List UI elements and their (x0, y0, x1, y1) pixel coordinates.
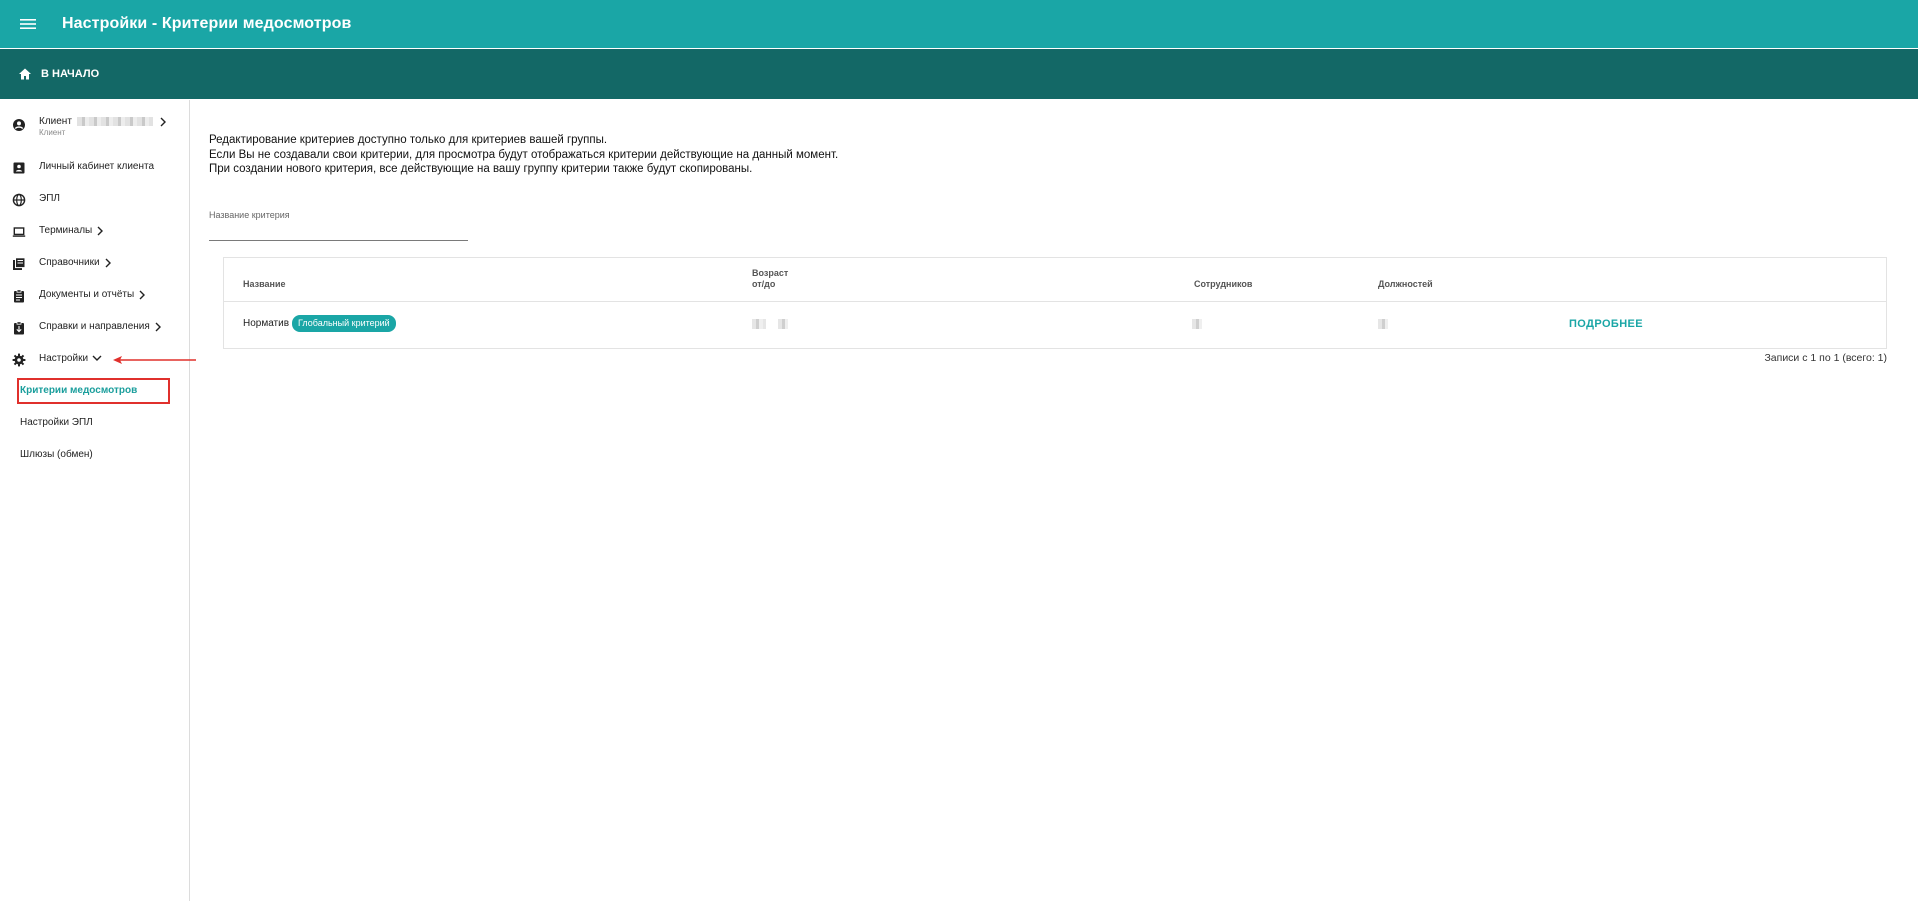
sidebar-item-terminals[interactable]: Терминалы (0, 224, 189, 240)
sidebar-item-client[interactable]: Клиент Клиент (0, 116, 189, 140)
sidebar-item-label: Терминалы (39, 225, 93, 236)
sidebar-subitem-epl-settings[interactable]: Настройки ЭПЛ (20, 417, 93, 428)
info-line: При создании нового критерия, все действ… (209, 163, 753, 175)
sidebar-item-label: Личный кабинет клиента (39, 161, 155, 172)
annotation-highlight-box (17, 378, 170, 404)
page-title: Настройки - Критерии медосмотров (62, 15, 352, 32)
column-header-name: Название (243, 279, 286, 289)
criteria-name-label: Название критерия (209, 210, 290, 220)
column-header-positions: Должностей (1378, 279, 1433, 289)
sidebar-item-label: Документы и отчёты (39, 289, 135, 300)
header-divider (224, 301, 1886, 302)
sidebar-item-documents[interactable]: Документы и отчёты (0, 288, 189, 304)
details-button[interactable]: ПОДРОБНЕЕ (1569, 318, 1643, 330)
laptop-icon (12, 225, 26, 239)
criteria-name: Норматив (243, 318, 290, 329)
sidebar-item-label: Справочники (39, 257, 100, 268)
age-to-redacted (778, 319, 788, 329)
globe-icon (12, 193, 26, 207)
sidebar-item-label: Справки и направления (39, 321, 150, 332)
sidebar-item-label: Настройки (39, 353, 89, 364)
chevron-right-icon (138, 290, 146, 300)
sidebar: Клиент Клиент Личный кабинет клиента ЭПЛ… (0, 100, 190, 901)
positions-count-redacted (1378, 319, 1388, 329)
chevron-right-icon (154, 322, 162, 332)
status-badge: Глобальный критерий (292, 315, 396, 332)
contact-card-icon (12, 161, 26, 175)
home-link[interactable]: В НАЧАЛО (18, 67, 99, 81)
sidebar-item-epl[interactable]: ЭПЛ (0, 192, 189, 208)
client-subtitle: Клиент (39, 128, 66, 137)
library-icon (12, 257, 26, 271)
main-content: Редактирование критериев доступно только… (190, 100, 1918, 901)
info-text: Редактирование критериев доступно только… (209, 133, 838, 177)
sidebar-item-label: ЭПЛ (39, 193, 60, 204)
clipboard-icon (12, 289, 26, 303)
column-header-age-line2: от/до (752, 279, 776, 289)
chevron-right-icon (159, 117, 167, 127)
annotation-arrow (113, 356, 196, 364)
sidebar-subitem-gateways[interactable]: Шлюзы (обмен) (20, 449, 93, 460)
chevron-right-icon (96, 226, 104, 236)
menu-icon[interactable] (14, 10, 42, 38)
info-line: Если Вы не создавали свои критерии, для … (209, 148, 839, 161)
criteria-table: Название Возраст от/до Сотрудников Должн… (223, 257, 1887, 349)
client-name-redacted (76, 117, 153, 126)
gear-icon (12, 353, 26, 367)
client-label: Клиент (39, 116, 72, 127)
sidebar-item-directories[interactable]: Справочники (0, 256, 189, 272)
assignment-icon (12, 321, 26, 335)
column-header-age: Возраст от/до (752, 268, 788, 290)
criteria-name-input[interactable] (209, 222, 468, 241)
pagination-info: Записи с 1 по 1 (всего: 1) (1764, 352, 1887, 364)
home-label: В НАЧАЛО (41, 68, 100, 80)
column-header-employees: Сотрудников (1194, 279, 1253, 289)
home-icon (19, 68, 31, 80)
breadcrumb-bar: В НАЧАЛО (0, 49, 1918, 99)
employees-count-redacted (1192, 319, 1202, 329)
chevron-right-icon (104, 258, 112, 268)
sidebar-item-client-cabinet[interactable]: Личный кабинет клиента (0, 160, 189, 176)
account-circle-icon (12, 118, 26, 132)
info-line: Редактирование критериев доступно только… (209, 134, 608, 146)
age-from-redacted (752, 319, 766, 329)
sidebar-item-certificates[interactable]: Справки и направления (0, 320, 189, 336)
chevron-down-icon (92, 354, 102, 364)
app-bar: Настройки - Критерии медосмотров (0, 0, 1918, 48)
column-header-age-line1: Возраст (752, 268, 789, 278)
